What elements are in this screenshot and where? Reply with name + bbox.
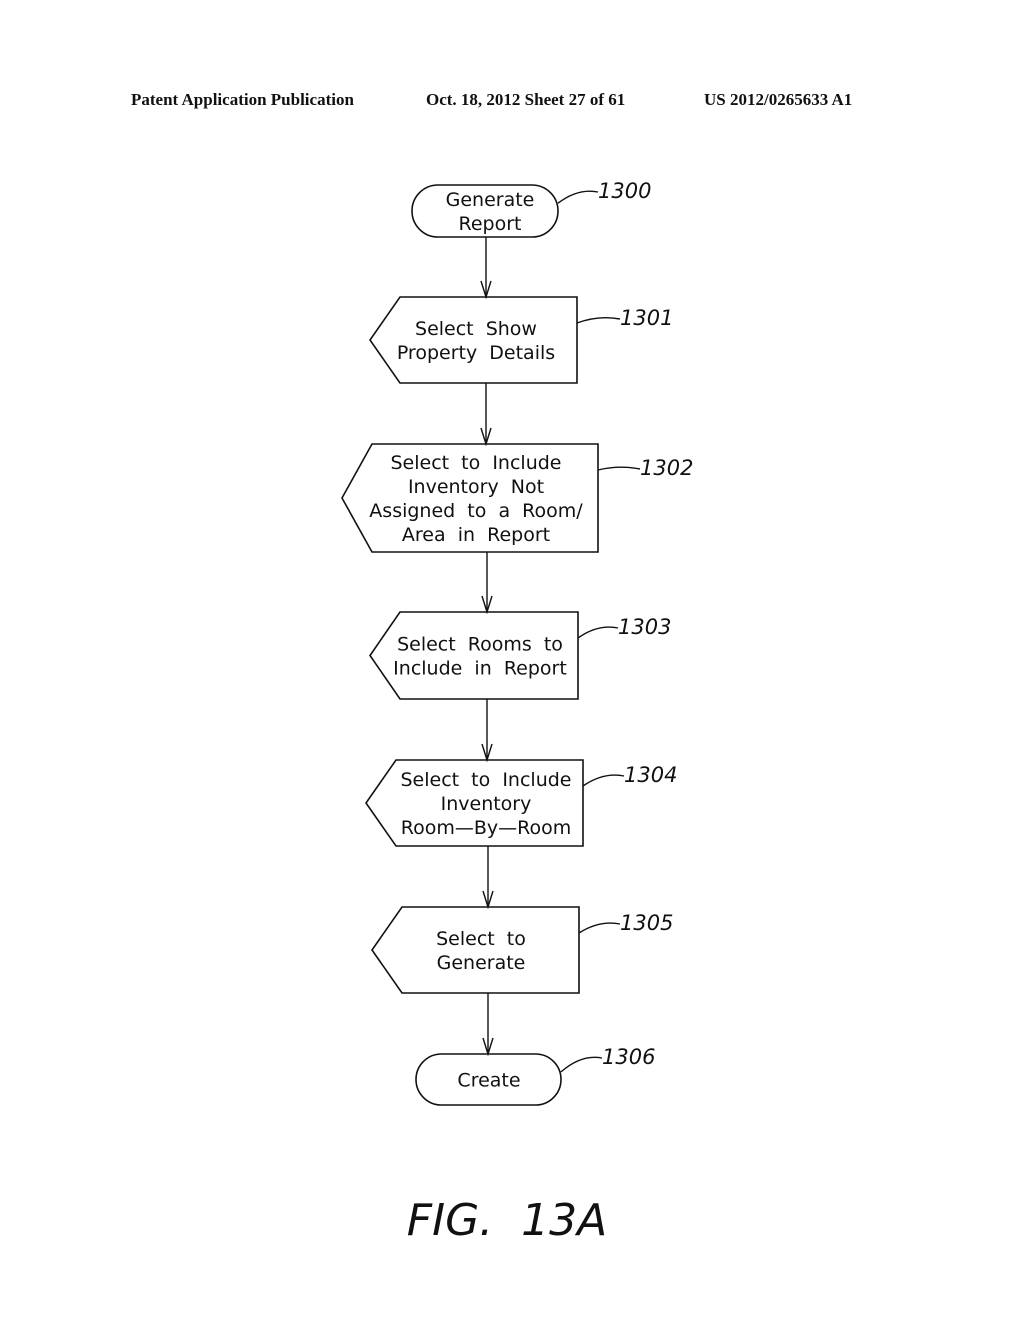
node-text-line: Create: [457, 1070, 520, 1092]
reference-numeral: 1302: [640, 456, 693, 480]
node-text-line: Area in Report: [402, 524, 550, 546]
edge-1303-1304: [481, 699, 493, 763]
display-shape: [369, 611, 579, 700]
leader-line: [578, 922, 621, 934]
node-1300: GenerateReport 1300: [411, 179, 651, 238]
node-text-line: Inventory Not: [408, 476, 544, 498]
node-text-line: Select Rooms to: [397, 634, 563, 656]
leader-line: [577, 626, 619, 639]
edge-1301-1302: [480, 383, 492, 447]
node-text-line: Report: [459, 213, 522, 235]
flowchart: GenerateReport1300Select ShowProperty De…: [341, 179, 693, 1246]
node-1305: Select toGenerate 1305: [371, 906, 673, 994]
leader-line: [557, 190, 599, 204]
reference-numeral: 1304: [624, 763, 677, 787]
node-1302: Select to IncludeInventory NotAssigned t…: [341, 443, 693, 553]
node-text-line: Assigned to a Room/: [369, 500, 583, 522]
reference-numeral: 1303: [618, 615, 671, 639]
node-text-line: Select to Include: [390, 452, 561, 474]
leader-line: [576, 316, 621, 324]
edge-1305-1306: [482, 993, 494, 1057]
node-text-line: Select to Include: [400, 769, 571, 791]
node-text-line: Select to: [436, 928, 526, 950]
node-text-line: Include in Report: [393, 658, 567, 680]
node-text-line: Inventory: [441, 793, 532, 815]
node-1303: Select Rooms toInclude in Report 1303: [369, 611, 671, 700]
figure-label: FIG. 13A: [407, 1195, 607, 1246]
node-1306: Create 1306: [415, 1045, 655, 1106]
display-shape: [371, 906, 580, 994]
edge-1302-1303: [481, 552, 493, 615]
node-text-line: Generate: [437, 952, 526, 974]
node-text-line: Select Show: [415, 318, 537, 340]
display-shape: [369, 296, 578, 384]
node-1301: Select ShowProperty Details 1301: [369, 296, 673, 384]
leader-line: [597, 466, 641, 471]
reference-numeral: 1305: [620, 911, 673, 935]
leader-line: [560, 1056, 603, 1073]
node-text-line: Room—By—Room: [401, 817, 572, 839]
reference-numeral: 1306: [602, 1045, 655, 1069]
edge-1300-1301: [480, 237, 492, 300]
node-text-line: Generate: [446, 189, 535, 211]
node-1304: Select to IncludeInventoryRoom—By—Room 13…: [365, 759, 677, 847]
reference-numeral: 1300: [598, 179, 651, 203]
reference-numeral: 1301: [620, 306, 673, 330]
leader-line: [582, 774, 625, 787]
node-text-line: Property Details: [397, 342, 555, 364]
edge-1304-1305: [482, 846, 494, 910]
